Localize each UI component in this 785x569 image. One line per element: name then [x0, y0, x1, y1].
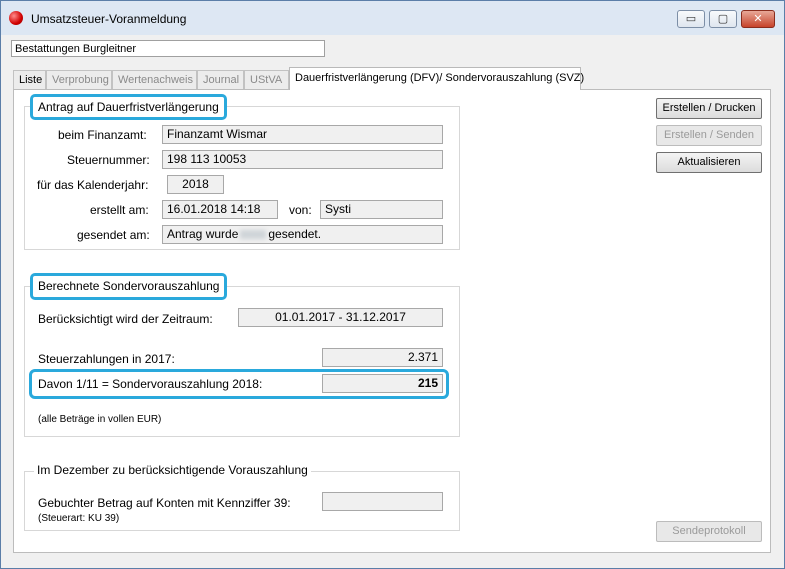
steuerzahlungen-label: Steuerzahlungen in 2017: [38, 352, 175, 366]
company-field[interactable]: Bestattungen Burgleitner [11, 40, 325, 57]
aktualisieren-button[interactable]: Aktualisieren [656, 152, 762, 173]
erstellen-senden-button[interactable]: Erstellen / Senden [656, 125, 762, 146]
gesendet-suffix: gesendet. [268, 227, 322, 241]
finanzamt-label: beim Finanzamt: [58, 128, 147, 142]
steuerart-label: (Steuerart: KU 39) [38, 513, 120, 524]
finanzamt-field: Finanzamt Wismar [162, 125, 443, 144]
maximize-icon: ▢ [717, 12, 729, 25]
gebucht-label: Gebuchter Betrag auf Konten mit Kennziff… [38, 496, 291, 510]
tab-dfv-svz[interactable]: Dauerfristverlängerung (DFV)/ Sondervora… [289, 67, 584, 90]
kalenderjahr-label: für das Kalenderjahr: [37, 178, 149, 192]
steuerzahlungen-field: 2.371 [322, 348, 443, 367]
betraege-hint: (alle Beträge in vollen EUR) [38, 414, 162, 425]
sondervorauszahlung-field: 215 [322, 374, 443, 393]
erstellt-label: erstellt am: [90, 203, 149, 217]
tab-panel: Antrag auf Dauerfristverlängerung beim F… [13, 89, 771, 553]
close-button[interactable]: ✕ [741, 10, 775, 28]
gesendet-prefix: Antrag wurde [167, 227, 239, 241]
tab-journal[interactable]: Journal [197, 70, 244, 89]
steuernummer-field: 198 113 10053 [162, 150, 443, 169]
minimize-button[interactable]: ▭ [677, 10, 705, 28]
dfv-group-title: Antrag auf Dauerfristverlängerung [30, 94, 227, 120]
zeitraum-label: Berücksichtigt wird der Zeitraum: [38, 312, 213, 326]
erstellen-drucken-button[interactable]: Erstellen / Drucken [656, 98, 762, 119]
tab-ustva[interactable]: UStVA [244, 70, 289, 89]
steuernummer-label: Steuernummer: [67, 153, 150, 167]
tab-liste[interactable]: Liste [13, 70, 46, 89]
maximize-button[interactable]: ▢ [709, 10, 737, 28]
dezember-group-title: Im Dezember zu berücksichtigende Vorausz… [34, 463, 311, 477]
window-title: Umsatzsteuer-Voranmeldung [31, 12, 187, 26]
minimize-icon: ▭ [685, 12, 697, 25]
gebucht-field [322, 492, 443, 511]
erstellt-field: 16.01.2018 14:18 [162, 200, 278, 219]
tab-wertenachweis[interactable]: Wertenachweis [112, 70, 197, 89]
close-icon: ✕ [753, 12, 763, 25]
von-field: Systi [320, 200, 443, 219]
app-window: Umsatzsteuer-Voranmeldung ▭ ▢ ✕ Bestattu… [0, 0, 785, 569]
gesendet-field: Antrag wurde gesendet. [162, 225, 443, 244]
sendeprotokoll-button[interactable]: Sendeprotokoll [656, 521, 762, 542]
von-label: von: [289, 203, 312, 217]
zeitraum-field: 01.01.2017 - 31.12.2017 [238, 308, 443, 327]
svz-group-title: Berechnete Sondervorauszahlung [30, 273, 228, 300]
kalenderjahr-field: 2018 [167, 175, 224, 194]
app-logo-icon [9, 11, 23, 25]
redacted-text [240, 230, 267, 240]
title-bar[interactable]: Umsatzsteuer-Voranmeldung ▭ ▢ ✕ [1, 1, 784, 35]
tab-verprobung[interactable]: Verprobung [46, 70, 112, 89]
davon-label: Davon 1/11 = Sondervorauszahlung 2018: [38, 377, 263, 391]
gesendet-label: gesendet am: [77, 228, 150, 242]
